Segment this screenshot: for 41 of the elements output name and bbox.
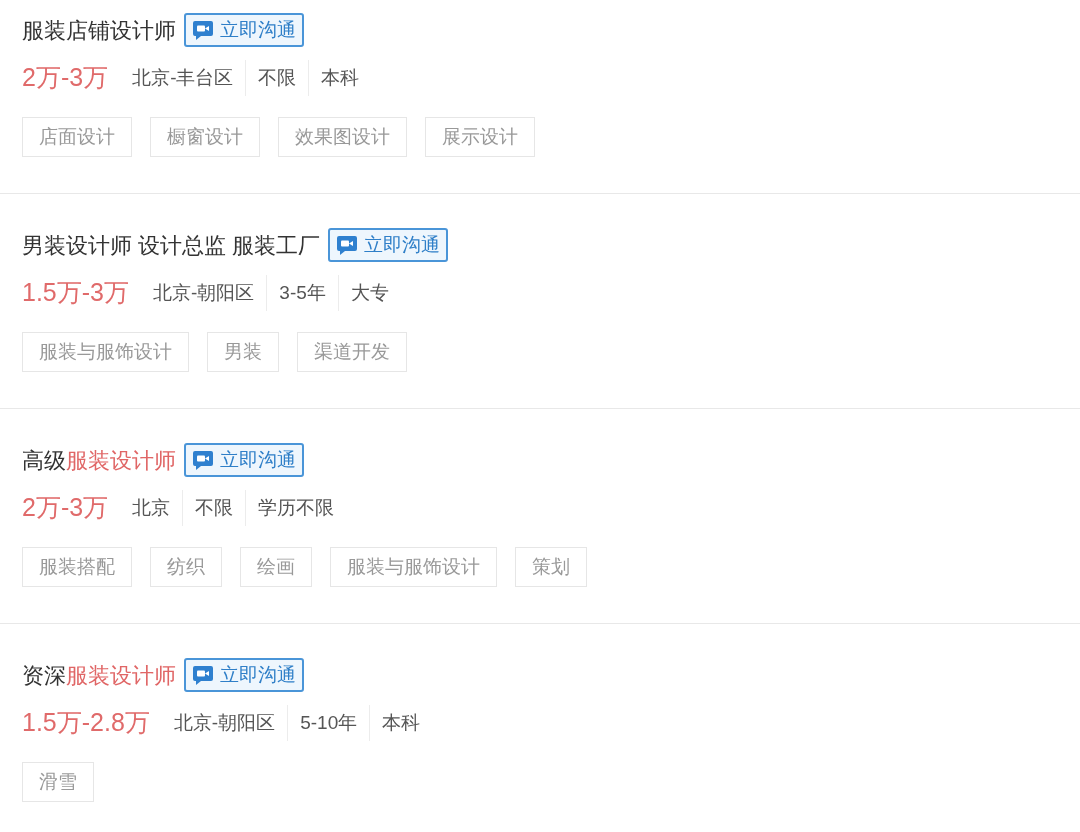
salary: 1.5万-2.8万	[22, 707, 150, 739]
job-requirement: 本科	[382, 710, 421, 735]
salary: 2万-3万	[22, 62, 109, 94]
job-requirement: 北京-朝阳区	[173, 710, 276, 735]
job-requirement: 北京	[132, 495, 171, 520]
skill-tag: 服装搭配	[22, 547, 132, 587]
video-chat-icon	[192, 449, 214, 471]
skill-tag: 绘画	[240, 547, 312, 587]
job-requirement: 3-5年	[279, 280, 326, 305]
job-title: 服装店铺设计师	[22, 16, 176, 45]
skill-tag: 效果图设计	[278, 117, 407, 157]
skill-tag: 服装与服饰设计	[22, 332, 189, 372]
job-requirement: 不限	[195, 495, 234, 520]
video-chat-icon	[336, 234, 359, 256]
job-requirement: 北京-丰台区	[132, 65, 234, 90]
job-requirement: 本科	[321, 65, 360, 90]
video-chat-icon	[192, 664, 214, 686]
chat-now-button[interactable]: 立即沟通	[184, 13, 304, 47]
salary: 1.5万-3万	[22, 277, 129, 309]
skill-tag: 服装与服饰设计	[330, 547, 497, 587]
skill-tag: 男装	[207, 332, 279, 372]
chat-now-button[interactable]: 立即沟通	[184, 443, 304, 477]
job-requirement: 学历不限	[258, 495, 335, 520]
salary: 2万-3万	[22, 492, 109, 524]
chat-now-button[interactable]: 立即沟通	[184, 658, 304, 692]
skill-tag: 展示设计	[425, 117, 535, 157]
job-title: 资深服装设计师	[22, 661, 176, 690]
job-requirement: 5-10年	[300, 710, 358, 735]
job-requirement: 大专	[350, 280, 389, 305]
skill-tag: 店面设计	[22, 117, 132, 157]
chat-now-button[interactable]: 立即沟通	[328, 228, 449, 262]
skill-tag: 渠道开发	[297, 332, 407, 372]
job-title: 男装设计师 设计总监 服装工厂	[22, 231, 321, 260]
job-title: 高级服装设计师	[22, 446, 176, 475]
video-chat-icon	[192, 19, 214, 41]
skill-tag: 橱窗设计	[150, 117, 260, 157]
skill-tag: 滑雪	[22, 762, 94, 802]
job-requirement: 不限	[258, 65, 297, 90]
skill-tag: 纺织	[150, 547, 222, 587]
skill-tag: 策划	[515, 547, 587, 587]
job-requirement: 北京-朝阳区	[153, 280, 255, 305]
